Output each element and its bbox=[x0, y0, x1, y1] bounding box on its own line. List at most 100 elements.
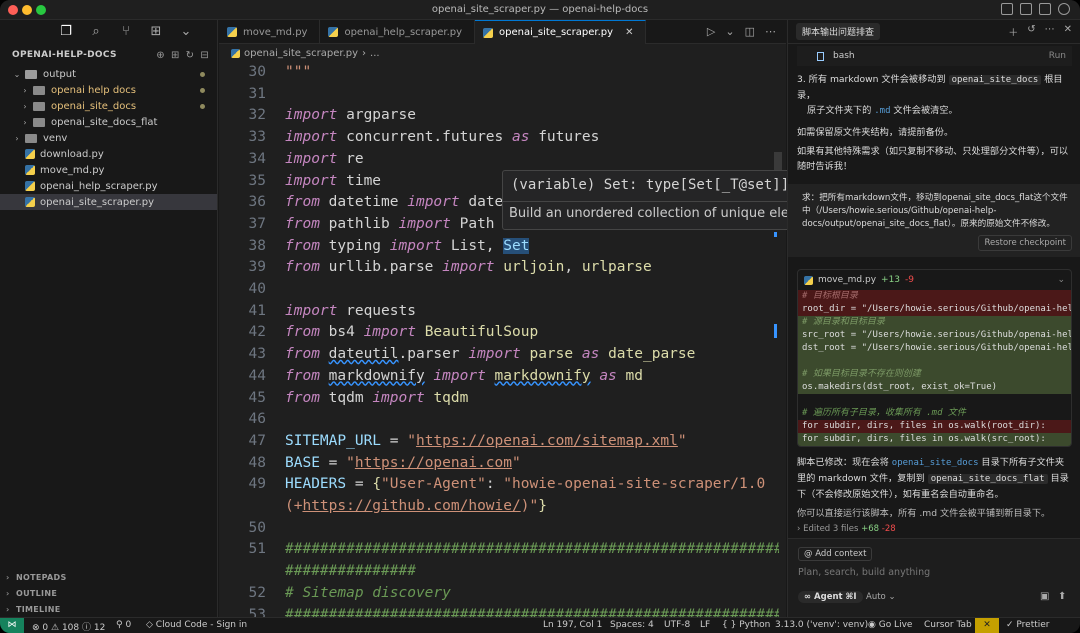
code-text: ############### bbox=[285, 563, 416, 580]
user-message[interactable]: 求：把所有markdown文件，移动到openai_site_docs_flat… bbox=[788, 184, 1080, 257]
cursor-position[interactable]: Ln 197, Col 1 bbox=[543, 620, 602, 630]
language-mode[interactable]: { } Python bbox=[722, 620, 770, 630]
tree-folder[interactable]: › openai_site_docs_flat bbox=[0, 114, 217, 130]
new-folder-icon[interactable]: ⊞ bbox=[171, 50, 180, 61]
settings-gear-icon[interactable] bbox=[1058, 3, 1070, 15]
notification-bell-icon[interactable]: ✕ bbox=[975, 618, 999, 633]
diff-additions: +13 bbox=[881, 275, 901, 285]
file-tree: ⌄ output › openai help docs › openai_site_doc… bbox=[0, 66, 217, 210]
run-icon[interactable]: ▷ bbox=[707, 25, 715, 38]
folder-icon bbox=[25, 69, 37, 79]
encoding[interactable]: UTF-8 bbox=[664, 620, 690, 630]
new-chat-icon[interactable]: ＋ bbox=[1008, 24, 1018, 39]
tree-file[interactable]: download.py bbox=[0, 146, 217, 162]
tree-folder[interactable]: › venv bbox=[0, 130, 217, 146]
code-text: from datetime import date bbox=[285, 194, 504, 211]
diff-line: os.makedirs(dst_root, exist_ok=True) bbox=[798, 381, 1071, 394]
tree-folder[interactable]: ⌄ output bbox=[0, 66, 217, 82]
assistant-summary: 脚本已修改：现在会将 openai_site_docs 目录下所有子文件夹里的 … bbox=[797, 455, 1072, 502]
diff-lines: # 目标根目录 root_dir = "/Users/howie.serious/… bbox=[798, 290, 1071, 446]
send-icon[interactable]: ⬆ bbox=[1058, 591, 1066, 602]
python-interpreter[interactable]: 3.13.0 ('venv': venv) bbox=[775, 620, 868, 630]
more-icon[interactable]: ⋯ bbox=[1045, 24, 1055, 39]
source-control-icon[interactable]: ⑂ bbox=[118, 24, 134, 39]
remote-icon[interactable]: ⋈ bbox=[0, 618, 24, 633]
end-of-line[interactable]: LF bbox=[700, 620, 710, 630]
cursor-tab-status[interactable]: Cursor Tab bbox=[924, 620, 972, 630]
chat-panel: 脚本输出问题排查 ＋ ↺ ⋯ ✕ bash Run 3. 所有 markdown… bbox=[787, 20, 1080, 617]
tab-openai-help-scraper[interactable]: openai_help_scraper.py bbox=[320, 20, 476, 44]
prettier-status[interactable]: ✓ Prettier bbox=[1006, 620, 1050, 630]
image-icon[interactable]: ▣ bbox=[1040, 591, 1049, 602]
more-actions-icon[interactable]: ⋯ bbox=[765, 25, 776, 38]
ports-indicator[interactable]: ⚲ 0 bbox=[116, 620, 131, 630]
new-file-icon[interactable]: ⊕ bbox=[156, 50, 165, 61]
code-view[interactable]: 30 """ 31 32 import argparse 33 import concurr… bbox=[219, 62, 779, 617]
collapse-all-icon[interactable]: ⊟ bbox=[200, 50, 209, 61]
add-context-button[interactable]: @ Add context bbox=[798, 547, 873, 561]
restore-checkpoint-button[interactable]: Restore checkpoint bbox=[978, 235, 1072, 251]
problems-indicator[interactable]: ⊗ 0 ⚠ 108 ⓘ 12 bbox=[32, 620, 105, 633]
tree-folder[interactable]: › openai help docs bbox=[0, 82, 217, 98]
close-tab-icon[interactable]: ✕ bbox=[625, 27, 633, 38]
search-icon[interactable]: ⌕ bbox=[88, 24, 104, 39]
extensions-icon[interactable]: ⊞ bbox=[148, 24, 164, 39]
python-icon bbox=[804, 275, 813, 285]
section-outline[interactable]: › OUTLINE bbox=[0, 585, 218, 601]
tree-item-label: venv bbox=[43, 132, 68, 144]
chevron-right-icon: › bbox=[797, 524, 801, 534]
diff-header[interactable]: move_md.py +13 -9 ⌄ bbox=[798, 270, 1071, 290]
line-number: 41 bbox=[248, 302, 266, 319]
breadcrumb-file[interactable]: openai_site_scraper.py bbox=[244, 48, 358, 59]
line-number: 50 bbox=[248, 519, 266, 536]
toggle-secondary-sidebar-icon[interactable] bbox=[1039, 3, 1051, 15]
edited-summary[interactable]: › Edited 3 files +68 -28 bbox=[797, 524, 896, 534]
diff-line: # 源目录和目标目录 bbox=[798, 316, 1071, 329]
section-timeline[interactable]: › TIMELINE bbox=[0, 601, 218, 617]
breadcrumb: openai_site_scraper.py › ... bbox=[219, 44, 786, 62]
split-editor-icon[interactable]: ◫ bbox=[745, 25, 755, 38]
tree-folder[interactable]: › openai_site_docs bbox=[0, 98, 217, 114]
agent-mode-button[interactable]: ∞ Agent ⌘I bbox=[798, 591, 863, 603]
line-number: 39 bbox=[248, 259, 266, 276]
tree-file[interactable]: openai_help_scraper.py bbox=[0, 178, 217, 194]
assistant-para: 如果有其他特殊需求（如只复制不移动、只处理部分文件等），可以随时告诉我！ bbox=[797, 146, 1069, 172]
run-button[interactable]: Run bbox=[1049, 51, 1066, 61]
indentation[interactable]: Spaces: 4 bbox=[610, 620, 654, 630]
refresh-icon[interactable]: ↻ bbox=[186, 50, 195, 61]
code-text: HEADERS = {"User-Agent": "howie-openai-s… bbox=[285, 476, 766, 493]
code-text: from tqdm import tqdm bbox=[285, 389, 469, 406]
warnings-count: 108 bbox=[61, 623, 80, 633]
tree-file[interactable]: move_md.py bbox=[0, 162, 217, 178]
cloud-code-status[interactable]: ◇ Cloud Code - Sign in bbox=[146, 620, 247, 630]
section-notepads[interactable]: › NOTEPADS bbox=[0, 569, 218, 585]
python-icon bbox=[25, 165, 35, 175]
go-live-label: Go Live bbox=[878, 620, 913, 630]
chevron-down-icon[interactable]: ⌄ bbox=[725, 25, 734, 38]
code-text: from bs4 import BeautifulSoup bbox=[285, 324, 539, 341]
toggle-sidebar-icon[interactable] bbox=[1001, 3, 1013, 15]
line-number: 44 bbox=[248, 367, 266, 384]
bash-label: bash bbox=[833, 51, 855, 61]
breadcrumb-symbol[interactable]: ... bbox=[370, 48, 380, 59]
tab-move-md[interactable]: move_md.py bbox=[219, 20, 321, 44]
expand-icon[interactable]: ⌄ bbox=[1057, 275, 1065, 285]
line-number: 32 bbox=[248, 107, 266, 124]
close-icon[interactable]: ✕ bbox=[1064, 24, 1072, 39]
chevron-down-icon[interactable]: ⌄ bbox=[178, 24, 194, 39]
toggle-panel-icon[interactable] bbox=[1020, 3, 1032, 15]
chat-input[interactable]: @ Add context Plan, search, build anythi… bbox=[788, 538, 1080, 617]
files-icon[interactable]: ❐ bbox=[58, 24, 74, 39]
tab-openai-site-scraper[interactable]: openai_site_scraper.py ✕ bbox=[475, 20, 647, 44]
folder-icon bbox=[25, 133, 37, 143]
tree-file[interactable]: openai_site_scraper.py bbox=[0, 194, 217, 210]
tree-item-label: move_md.py bbox=[40, 164, 105, 176]
model-select[interactable]: Auto ⌄ bbox=[866, 592, 896, 602]
tree-item-label: openai help docs bbox=[51, 84, 137, 96]
tree-item-label: download.py bbox=[40, 148, 104, 160]
history-icon[interactable]: ↺ bbox=[1027, 24, 1035, 39]
go-live-button[interactable]: ◉ Go Live bbox=[868, 620, 912, 630]
tab-label: openai_help_scraper.py bbox=[344, 26, 463, 38]
line-number: 51 bbox=[248, 541, 266, 558]
chat-tab[interactable]: 脚本输出问题排查 bbox=[796, 23, 881, 40]
